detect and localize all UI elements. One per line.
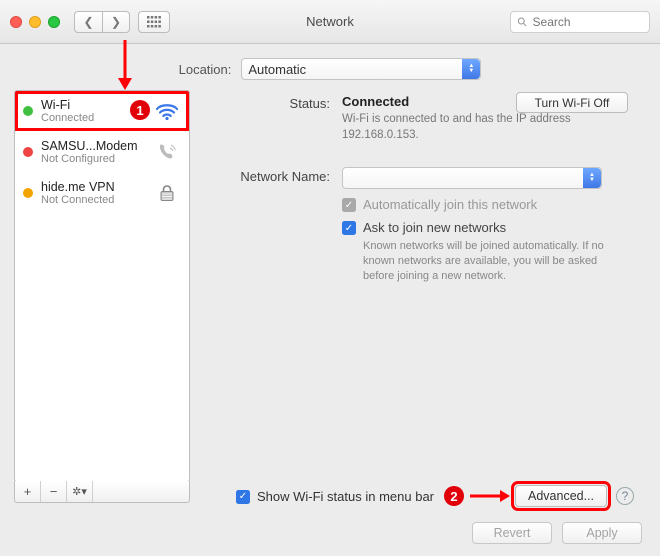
lock-icon — [153, 183, 181, 203]
revert-button[interactable]: Revert — [472, 522, 552, 544]
minimize-window-button[interactable] — [29, 16, 41, 28]
search-input[interactable] — [533, 15, 643, 29]
forward-button[interactable]: ❯ — [102, 11, 130, 33]
status-label: Status: — [212, 94, 342, 143]
wifi-icon — [153, 101, 181, 121]
service-name: hide.me VPN — [41, 180, 145, 194]
sidebar-item-modem[interactable]: SAMSU...Modem Not Configured — [15, 132, 189, 173]
nav-back-forward: ❮ ❯ — [74, 11, 130, 33]
zoom-window-button[interactable] — [48, 16, 60, 28]
phone-icon — [153, 142, 181, 162]
annotation-badge-2: 2 — [444, 486, 464, 506]
location-row: Location: Automatic ▲▼ — [0, 44, 660, 90]
help-button[interactable]: ? — [616, 487, 634, 505]
network-name-label: Network Name: — [212, 167, 342, 189]
search-field[interactable] — [510, 11, 650, 33]
sidebar-item-wifi[interactable]: Wi-Fi Connected — [15, 91, 189, 132]
show-all-prefs-button[interactable] — [138, 11, 170, 33]
sidebar-item-vpn[interactable]: hide.me VPN Not Connected — [15, 173, 189, 214]
detail-panel: Turn Wi-Fi Off Status: Connected Wi-Fi i… — [190, 90, 646, 520]
advanced-button[interactable]: Advanced... — [515, 485, 607, 507]
service-status: Connected — [41, 112, 145, 124]
location-label: Location: — [179, 62, 232, 77]
auto-join-label: Automatically join this network — [363, 197, 537, 212]
status-dot-green-icon — [23, 106, 33, 116]
ask-join-checkbox[interactable]: ✓ — [342, 221, 356, 235]
bottom-bar: ✓ Show Wi-Fi status in menu bar 2 Advanc… — [0, 484, 660, 544]
titlebar: ❮ ❯ Network — [0, 0, 660, 44]
location-select[interactable]: Automatic ▲▼ — [241, 58, 481, 80]
status-dot-orange-icon — [23, 188, 33, 198]
advanced-highlight: Advanced... — [514, 484, 608, 508]
service-name: SAMSU...Modem — [41, 139, 145, 153]
ask-join-label: Ask to join new networks — [363, 220, 506, 235]
annotation-arrow-2-icon — [468, 487, 512, 505]
grid-icon — [147, 16, 161, 28]
main-body: Wi-Fi Connected SAMSU...Modem Not Config… — [0, 90, 660, 520]
service-status: Not Connected — [41, 194, 145, 206]
apply-button[interactable]: Apply — [562, 522, 642, 544]
ask-join-help: Known networks will be joined automatica… — [363, 239, 613, 284]
turn-wifi-off-button[interactable]: Turn Wi-Fi Off — [516, 92, 628, 113]
status-dot-red-icon — [23, 147, 33, 157]
location-value: Automatic — [248, 62, 306, 77]
back-button[interactable]: ❮ — [74, 11, 102, 33]
service-status: Not Configured — [41, 153, 145, 165]
status-value: Connected — [342, 94, 409, 109]
sidebar-wrap: Wi-Fi Connected SAMSU...Modem Not Config… — [14, 90, 190, 520]
close-window-button[interactable] — [10, 16, 22, 28]
chevron-up-down-icon: ▲▼ — [462, 59, 480, 79]
status-subtext: Wi-Fi is connected to and has the IP add… — [342, 112, 612, 143]
chevron-up-down-icon: ▲▼ — [583, 168, 601, 188]
show-menubar-checkbox[interactable]: ✓ — [236, 490, 250, 504]
network-name-select[interactable]: ▲▼ — [342, 167, 602, 189]
window-controls — [10, 16, 60, 28]
search-icon — [517, 16, 528, 28]
services-sidebar: Wi-Fi Connected SAMSU...Modem Not Config… — [14, 90, 190, 482]
service-name: Wi-Fi — [41, 98, 145, 112]
show-menubar-label: Show Wi-Fi status in menu bar — [257, 489, 434, 504]
auto-join-checkbox[interactable]: ✓ — [342, 198, 356, 212]
